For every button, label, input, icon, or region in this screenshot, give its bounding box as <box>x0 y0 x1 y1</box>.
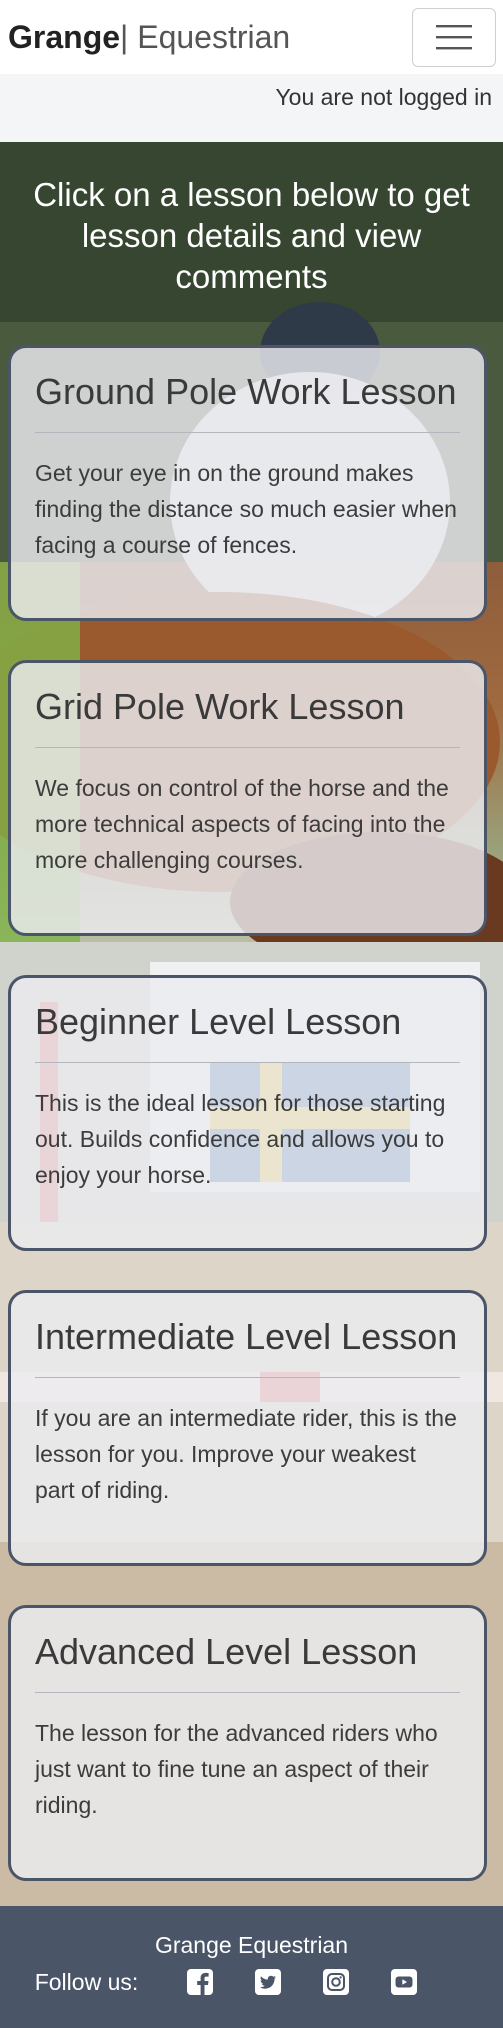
facebook-icon <box>187 1969 214 1995</box>
menu-toggle-button[interactable] <box>412 7 496 67</box>
lesson-card-title: Ground Pole Work Lesson <box>35 370 460 433</box>
instagram-link[interactable] <box>322 1968 350 1996</box>
instagram-icon <box>323 1969 350 1995</box>
lesson-card[interactable]: Intermediate Level Lesson If you are an … <box>8 1290 487 1566</box>
lesson-card-description: This is the ideal lesson for those start… <box>35 1090 446 1188</box>
twitter-link[interactable] <box>254 1968 282 1996</box>
lesson-card-description: The lesson for the advanced riders who j… <box>35 1720 438 1818</box>
footer: Grange Equestrian Follow us: <box>0 1906 503 2028</box>
lesson-card-description: We focus on control of the horse and the… <box>35 775 449 873</box>
brand-name-light: Equestrian <box>128 19 291 55</box>
login-status-bar: You are not logged in <box>0 74 503 142</box>
lessons-intro-heading: Click on a lesson below to get lesson de… <box>33 176 470 295</box>
hamburger-menu-icon <box>436 25 472 50</box>
lesson-card-title: Beginner Level Lesson <box>35 1000 460 1063</box>
follow-us-label: Follow us: <box>34 1968 139 1995</box>
lesson-card-title: Grid Pole Work Lesson <box>35 685 460 748</box>
brand-name-bold: Grange <box>8 19 121 55</box>
lesson-card-description: If you are an intermediate rider, this i… <box>35 1405 457 1503</box>
youtube-icon <box>391 1969 418 1995</box>
lesson-card[interactable]: Grid Pole Work Lesson We focus on contro… <box>8 660 487 936</box>
brand-logo[interactable]: Grange| Equestrian <box>8 21 290 53</box>
social-links: Follow us: <box>0 1968 503 1996</box>
lesson-card[interactable]: Advanced Level Lesson The lesson for the… <box>8 1605 487 1881</box>
lesson-card-title: Intermediate Level Lesson <box>35 1315 460 1378</box>
lesson-card[interactable]: Ground Pole Work Lesson Get your eye in … <box>8 345 487 621</box>
footer-title: Grange Equestrian <box>154 1932 349 1958</box>
facebook-link[interactable] <box>186 1968 214 1996</box>
login-status-text: You are not logged in <box>275 84 492 110</box>
lesson-card[interactable]: Beginner Level Lesson This is the ideal … <box>8 975 487 1251</box>
lesson-card-title: Advanced Level Lesson <box>35 1630 460 1693</box>
youtube-link[interactable] <box>390 1968 418 1996</box>
lesson-card-description: Get your eye in on the ground makes find… <box>35 460 457 558</box>
navbar: Grange| Equestrian <box>0 0 503 74</box>
lessons-section: Click on a lesson below to get lesson de… <box>0 142 503 1906</box>
twitter-icon <box>255 1969 282 1995</box>
